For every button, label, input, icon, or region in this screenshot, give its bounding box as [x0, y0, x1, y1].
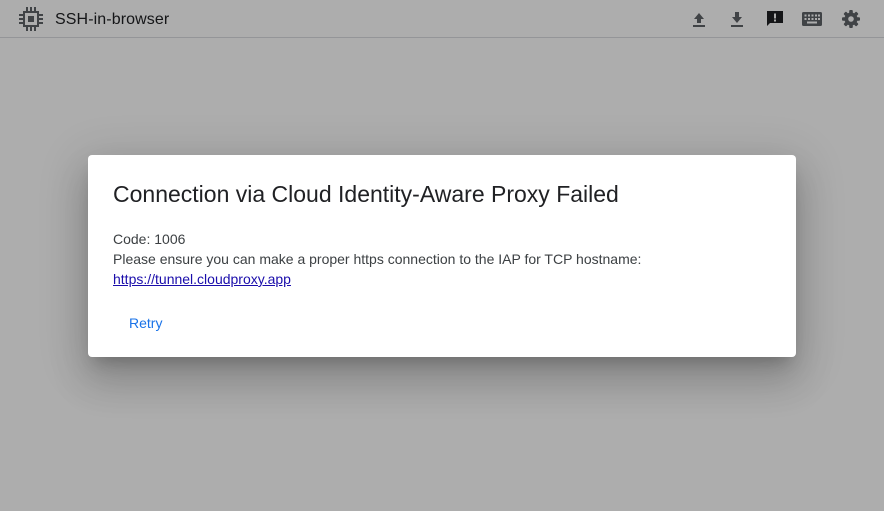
error-message: Please ensure you can make a proper http…: [113, 251, 642, 267]
tunnel-link[interactable]: https://tunnel.cloudproxy.app: [113, 271, 291, 287]
ssh-browser-app: SSH-in-browser Connection via Cloud Iden…: [0, 0, 884, 511]
error-dialog: Connection via Cloud Identity-Aware Prox…: [88, 155, 796, 357]
dialog-body: Code: 1006 Please ensure you can make a …: [113, 229, 641, 289]
retry-button[interactable]: Retry: [117, 311, 174, 335]
error-code: Code: 1006: [113, 231, 186, 247]
dialog-title: Connection via Cloud Identity-Aware Prox…: [113, 181, 619, 207]
